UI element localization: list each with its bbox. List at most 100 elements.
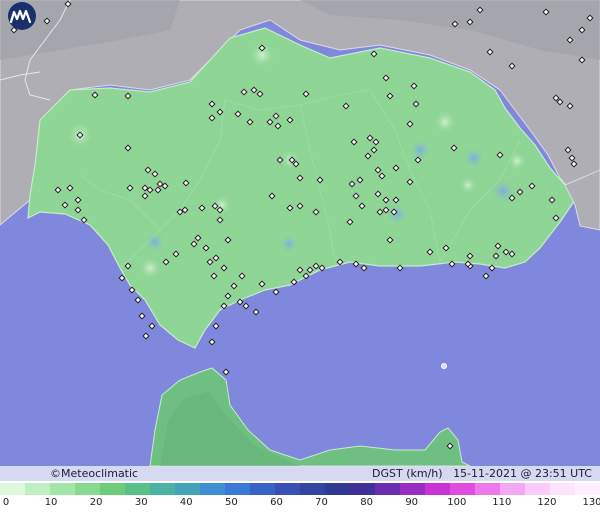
station-marker[interactable] — [466, 18, 474, 26]
station-marker[interactable] — [382, 74, 390, 82]
station-marker[interactable] — [392, 196, 400, 204]
station-marker[interactable] — [492, 252, 500, 260]
station-marker[interactable] — [141, 192, 149, 200]
station-marker[interactable] — [220, 302, 228, 310]
station-marker[interactable] — [124, 144, 132, 152]
station-marker[interactable] — [386, 236, 394, 244]
station-marker[interactable] — [360, 264, 368, 272]
station-marker[interactable] — [448, 260, 456, 268]
station-marker[interactable] — [352, 260, 360, 268]
station-marker[interactable] — [302, 272, 310, 280]
station-marker[interactable] — [128, 286, 136, 294]
station-marker[interactable] — [378, 172, 386, 180]
station-marker[interactable] — [342, 102, 350, 110]
station-marker[interactable] — [274, 122, 282, 130]
station-marker[interactable] — [61, 201, 69, 209]
station-marker[interactable] — [266, 118, 274, 126]
station-marker[interactable] — [290, 278, 298, 286]
station-marker[interactable] — [151, 170, 159, 178]
station-marker[interactable] — [246, 118, 254, 126]
station-marker[interactable] — [316, 176, 324, 184]
station-marker[interactable] — [286, 204, 294, 212]
station-marker[interactable] — [442, 244, 450, 252]
station-marker[interactable] — [54, 186, 62, 194]
station-marker[interactable] — [352, 192, 360, 200]
station-marker[interactable] — [286, 116, 294, 124]
station-marker[interactable] — [208, 338, 216, 346]
station-marker[interactable] — [386, 92, 394, 100]
station-marker[interactable] — [482, 272, 490, 280]
station-marker[interactable] — [410, 82, 418, 90]
station-marker[interactable] — [508, 194, 516, 202]
station-marker[interactable] — [210, 272, 218, 280]
station-marker[interactable] — [548, 196, 556, 204]
station-marker[interactable] — [306, 266, 314, 274]
station-marker[interactable] — [296, 266, 304, 274]
station-marker[interactable] — [318, 264, 326, 272]
station-marker[interactable] — [256, 90, 264, 98]
station-marker[interactable] — [142, 332, 150, 340]
station-marker[interactable] — [250, 86, 258, 94]
station-marker[interactable] — [138, 312, 146, 320]
station-marker[interactable] — [302, 90, 310, 98]
station-marker[interactable] — [154, 186, 162, 194]
station-marker[interactable] — [396, 264, 404, 272]
station-marker[interactable] — [542, 8, 550, 16]
station-marker[interactable] — [224, 292, 232, 300]
station-marker[interactable] — [508, 62, 516, 70]
station-marker[interactable] — [198, 204, 206, 212]
station-marker[interactable] — [234, 110, 242, 118]
station-marker[interactable] — [406, 120, 414, 128]
station-marker[interactable] — [194, 234, 202, 242]
station-marker[interactable] — [268, 192, 276, 200]
station-marker[interactable] — [182, 179, 190, 187]
station-marker[interactable] — [144, 166, 152, 174]
station-marker[interactable] — [502, 248, 510, 256]
station-marker[interactable] — [74, 206, 82, 214]
station-marker[interactable] — [91, 91, 99, 99]
station-marker[interactable] — [392, 164, 400, 172]
station-marker[interactable] — [74, 196, 82, 204]
station-marker[interactable] — [346, 218, 354, 226]
station-marker[interactable] — [43, 17, 51, 25]
station-marker[interactable] — [258, 44, 266, 52]
station-marker[interactable] — [486, 48, 494, 56]
station-marker[interactable] — [312, 208, 320, 216]
station-marker[interactable] — [376, 208, 384, 216]
station-marker[interactable] — [556, 98, 564, 106]
station-marker[interactable] — [272, 288, 280, 296]
station-marker[interactable] — [508, 250, 516, 258]
station-marker[interactable] — [236, 298, 244, 306]
station-marker[interactable] — [382, 206, 390, 214]
station-marker[interactable] — [216, 206, 224, 214]
station-marker[interactable] — [568, 154, 576, 162]
station-marker[interactable] — [578, 26, 586, 34]
station-marker[interactable] — [382, 196, 390, 204]
station-marker[interactable] — [296, 202, 304, 210]
station-marker[interactable] — [224, 236, 232, 244]
station-marker[interactable] — [222, 368, 230, 376]
station-marker[interactable] — [370, 50, 378, 58]
station-marker[interactable] — [370, 146, 378, 154]
station-marker[interactable] — [350, 138, 358, 146]
station-marker[interactable] — [212, 254, 220, 262]
station-marker[interactable] — [496, 151, 504, 159]
station-marker[interactable] — [252, 308, 260, 316]
station-marker[interactable] — [206, 258, 214, 266]
station-marker[interactable] — [216, 108, 224, 116]
station-marker[interactable] — [358, 202, 366, 210]
station-marker[interactable] — [190, 240, 198, 248]
station-marker[interactable] — [552, 94, 560, 102]
station-marker[interactable] — [364, 152, 372, 160]
station-marker[interactable] — [208, 100, 216, 108]
station-marker[interactable] — [64, 0, 72, 8]
station-marker[interactable] — [272, 112, 280, 120]
station-marker[interactable] — [220, 264, 228, 272]
station-marker[interactable] — [242, 302, 250, 310]
station-marker[interactable] — [172, 250, 180, 258]
station-marker[interactable] — [390, 208, 398, 216]
station-marker[interactable] — [564, 146, 572, 154]
station-marker[interactable] — [374, 190, 382, 198]
station-marker[interactable] — [374, 166, 382, 174]
station-marker[interactable] — [406, 178, 414, 186]
